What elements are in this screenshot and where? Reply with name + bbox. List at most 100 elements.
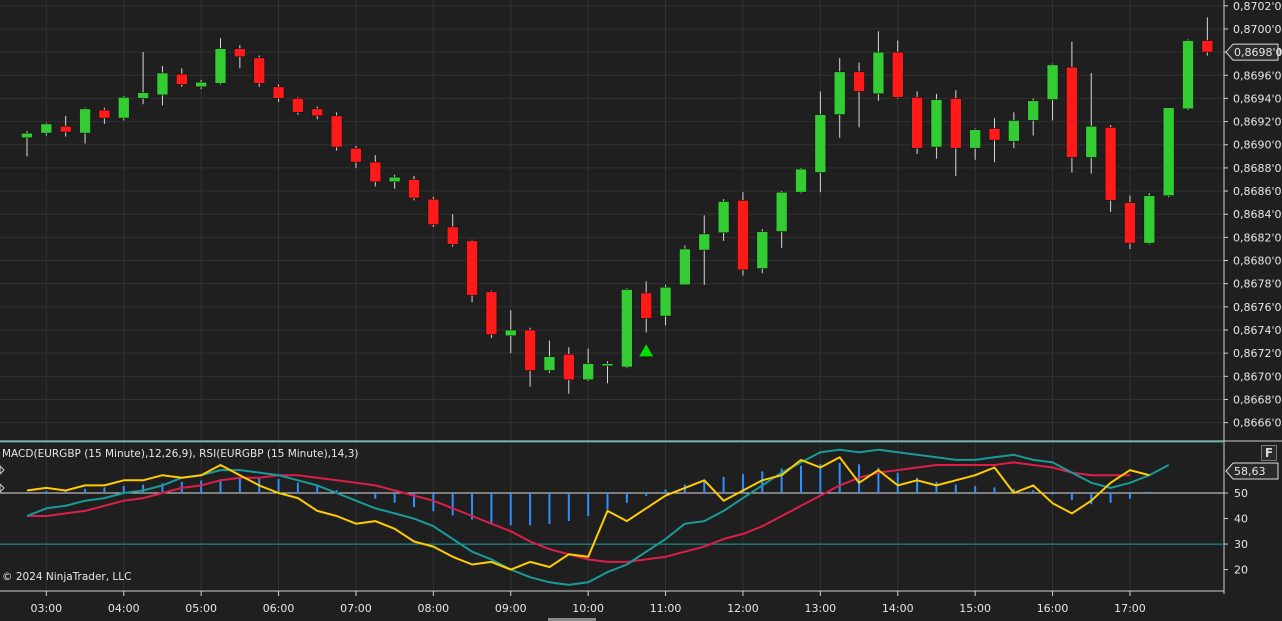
candle <box>640 281 653 333</box>
candle <box>621 288 633 369</box>
panel-left-marker <box>0 465 5 475</box>
candle-down-body <box>1201 40 1214 53</box>
candle-up-body <box>1182 40 1194 110</box>
price-tick-label: 0,8668'0 <box>1233 393 1282 406</box>
f-button[interactable]: F <box>1261 445 1277 461</box>
candle <box>1085 72 1098 174</box>
time-tick-label: 11:00 <box>650 602 682 615</box>
candle-down-body <box>466 240 478 296</box>
candle <box>59 115 72 137</box>
candle-down-body <box>253 57 265 84</box>
candle-up-body <box>814 114 827 173</box>
candle-up-body <box>1085 125 1098 158</box>
rsi-tick-label: 30 <box>1234 538 1248 551</box>
candle <box>679 245 691 286</box>
candle <box>1104 125 1117 212</box>
candle <box>853 62 865 128</box>
price-tick-label: 0,8678'0 <box>1233 278 1282 291</box>
time-tick-label: 13:00 <box>804 602 836 615</box>
candle <box>930 93 943 159</box>
candle-down-body <box>949 98 962 149</box>
candle-down-body <box>408 179 420 199</box>
candle <box>21 130 33 157</box>
candle <box>1027 98 1039 136</box>
candle-down-body <box>853 71 865 92</box>
candle <box>214 38 227 85</box>
candle-down-body <box>98 109 111 119</box>
candle-up-body <box>1162 107 1175 196</box>
candle <box>698 215 711 285</box>
candle-up-body <box>659 286 672 317</box>
candle-up-body <box>21 132 33 139</box>
candle <box>40 122 53 136</box>
price-tick-label: 0,8672'0 <box>1233 347 1282 360</box>
candle <box>949 90 962 176</box>
candle <box>1008 112 1020 149</box>
candle-down-body <box>446 226 459 245</box>
candle-up-body <box>79 108 91 134</box>
candle-up-body <box>137 92 149 99</box>
candle <box>872 31 885 101</box>
candle <box>1066 41 1078 173</box>
candle-up-body <box>833 71 846 115</box>
price-tick-label: 0,8690'0 <box>1233 139 1282 152</box>
price-tick-label: 0,8684'0 <box>1233 208 1282 221</box>
candle-down-body <box>427 198 440 225</box>
candle <box>543 340 556 373</box>
candle <box>504 310 517 354</box>
candle <box>1201 17 1214 56</box>
candle-up-body <box>543 356 556 371</box>
time-tick-label: 15:00 <box>959 602 991 615</box>
price-tick-label: 0,8694'0 <box>1233 92 1282 105</box>
candle <box>117 96 130 121</box>
candle <box>330 112 343 151</box>
candle-up-body <box>756 231 769 269</box>
candle-down-body <box>292 98 304 113</box>
candle <box>408 176 420 201</box>
candle <box>1162 107 1175 197</box>
candle <box>601 361 614 384</box>
candle-up-body <box>795 168 807 193</box>
buy-signal-arrow <box>639 344 654 357</box>
price-tick-label: 0,8680'0 <box>1233 255 1282 268</box>
candle-down-body <box>988 128 1001 141</box>
candle-down-body <box>1124 202 1136 244</box>
candle <box>659 284 672 326</box>
candle-down-body <box>350 147 362 163</box>
candle-up-body <box>1143 195 1156 244</box>
time-tick-label: 16:00 <box>1037 602 1069 615</box>
candle-up-body <box>1046 64 1059 100</box>
candle-up-body <box>717 201 730 234</box>
candle <box>466 239 478 303</box>
time-tick-label: 04:00 <box>108 602 140 615</box>
candle-down-body <box>176 73 188 85</box>
candle-up-body <box>156 72 169 96</box>
rsi-tick-label: 40 <box>1234 513 1248 526</box>
candle-up-body <box>195 81 207 88</box>
copyright-text: © 2024 NinjaTrader, LLC <box>2 571 131 583</box>
candle <box>988 118 1001 163</box>
candle <box>234 45 246 69</box>
time-tick-label: 14:00 <box>882 602 914 615</box>
candle-up-body <box>117 96 130 119</box>
candle <box>156 66 169 106</box>
price-tick-label: 0,8702'0 <box>1233 0 1282 13</box>
price-tick-label: 0,8676'0 <box>1233 301 1282 314</box>
candle <box>814 91 827 193</box>
candle-down-body <box>59 125 72 133</box>
price-tick-label: 0,8670'0 <box>1233 370 1282 383</box>
candle-up-body <box>775 191 788 232</box>
candle-up-body <box>214 48 227 84</box>
time-tick-label: 05:00 <box>185 602 217 615</box>
candle <box>311 106 324 120</box>
candle <box>717 199 730 241</box>
candle-down-body <box>737 200 749 271</box>
chart-canvas[interactable]: 0,8666'0 0,8668'0 0,8670'0 0,8672'0 0,8674'0… <box>0 0 1282 621</box>
candle-down-body <box>1104 127 1117 201</box>
candle-up-body <box>930 99 943 148</box>
rsi-tick-label: 20 <box>1234 564 1248 577</box>
candle <box>1143 193 1156 245</box>
candle <box>1046 63 1059 121</box>
price-tick-label: 0,8666'0 <box>1233 417 1282 430</box>
candle-down-body <box>911 96 923 149</box>
